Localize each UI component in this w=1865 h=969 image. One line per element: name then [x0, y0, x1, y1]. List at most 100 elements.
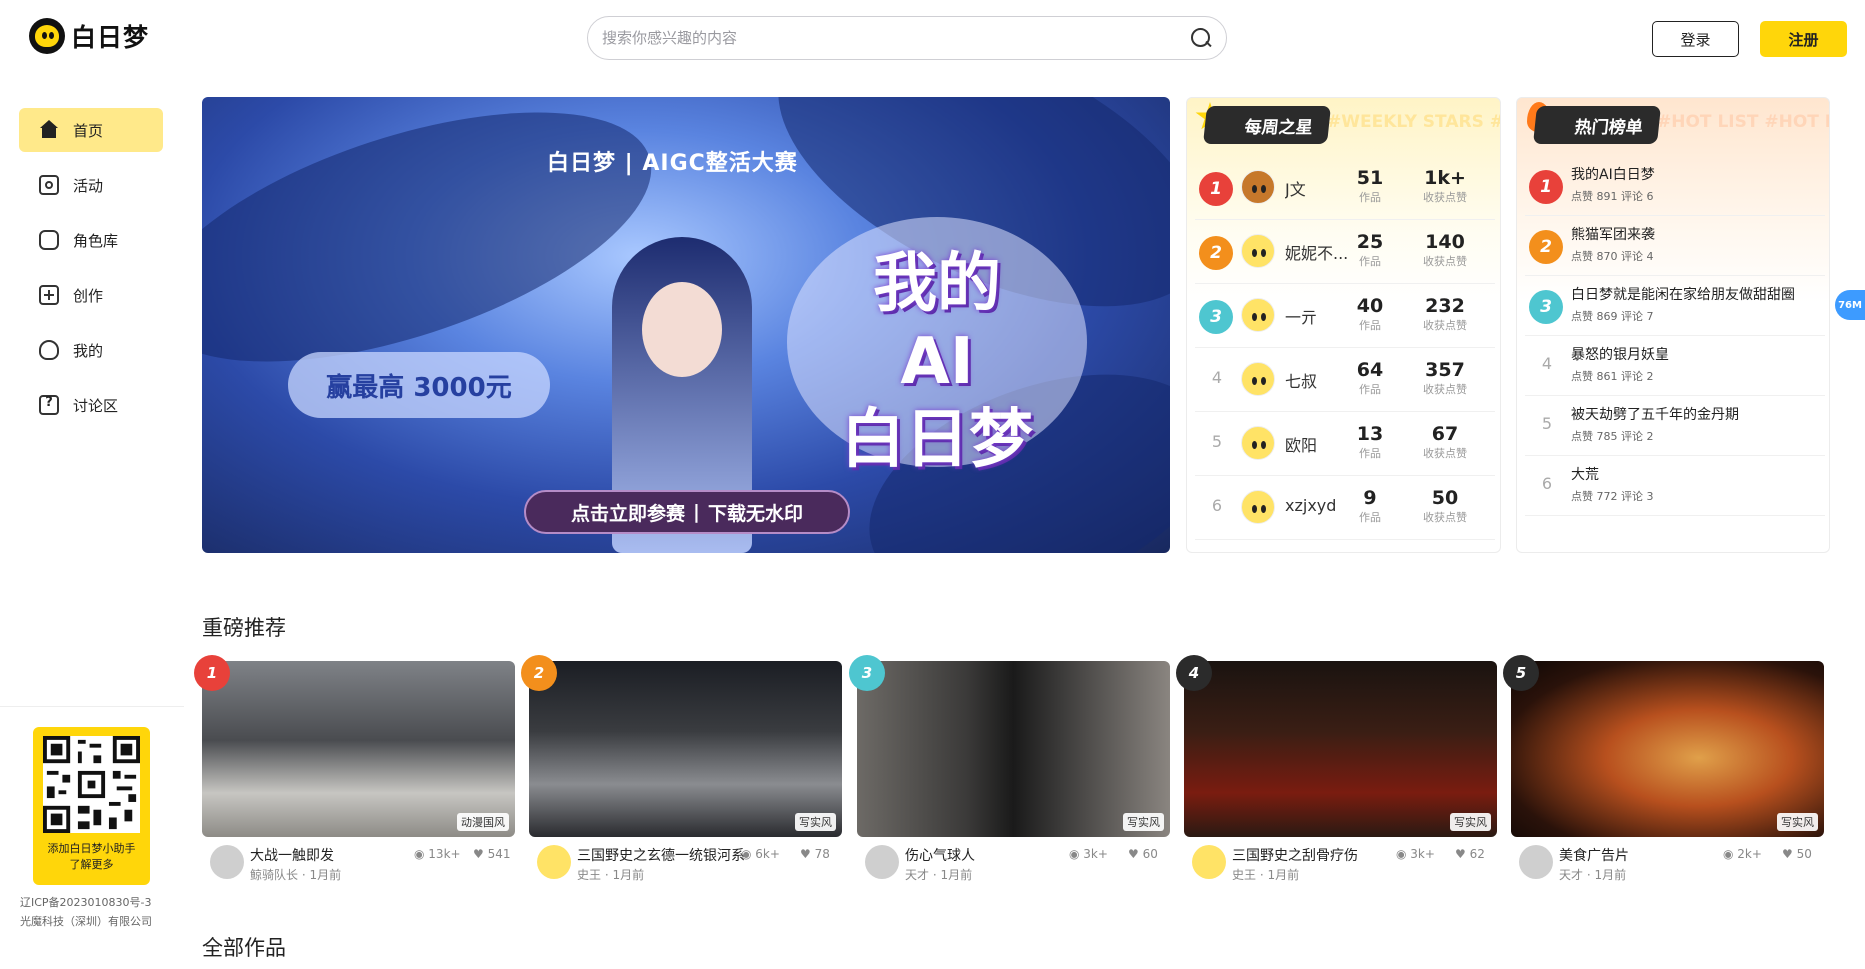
sidebar-item-characters[interactable]: 角色库: [19, 218, 163, 262]
hot-list-item[interactable]: 5 被天劫劈了五千年的金丹期 点赞 785 评论 2: [1525, 396, 1825, 456]
cta-join-label: 点击立即参赛: [571, 502, 686, 525]
top-rank-badge: 3: [849, 655, 885, 691]
hot-list-item[interactable]: 1 我的AI白日梦 点赞 891 评论 6: [1525, 156, 1825, 216]
likes-stat: 67 收获点赞: [1423, 423, 1467, 460]
hot-item-title[interactable]: 大荒: [1571, 464, 1821, 484]
artwork-thumbnail[interactable]: 写实风: [1511, 661, 1824, 837]
question-icon: ?: [39, 395, 59, 415]
user-avatar[interactable]: [1241, 234, 1275, 268]
banner-title-line1: 我的: [873, 247, 1001, 321]
hot-list-item[interactable]: 3 白日梦就是能闲在家给朋友做甜甜圈 点赞 869 评论 7: [1525, 276, 1825, 336]
view-count: ◉ 13k+: [414, 847, 461, 861]
author-avatar[interactable]: [1192, 845, 1226, 879]
sidebar-item-label: 首页: [73, 121, 104, 140]
hot-item-title[interactable]: 暴怒的银月妖皇: [1571, 344, 1821, 364]
character-icon: [39, 230, 59, 250]
weekly-star-row[interactable]: 6 xzjxyd 9 作品 50 收获点赞: [1195, 476, 1495, 540]
recommend-card[interactable]: 动漫国风 1 大战一触即发 鲸骑队长 · 1月前 ◉ 13k+ ♥ 541: [194, 655, 515, 882]
sidebar-divider: [0, 706, 184, 707]
hot-list-item[interactable]: 2 熊猫军团来袭 点赞 870 评论 4: [1525, 216, 1825, 276]
likes-stat: 357 收获点赞: [1423, 359, 1467, 396]
user-avatar[interactable]: [1241, 362, 1275, 396]
hot-item-meta: 点赞 870 评论 4: [1571, 250, 1654, 263]
hot-item-title[interactable]: 白日梦就是能闲在家给朋友做甜甜圈: [1571, 284, 1821, 304]
top-rank-badge: 1: [194, 655, 230, 691]
rank-badge: 2: [1529, 230, 1563, 264]
hero-banner[interactable]: 白日梦 | AIGC整活大赛 赢最高 3000元 我的 AI 白日梦 点击立即参…: [202, 97, 1170, 553]
user-avatar[interactable]: [1241, 170, 1275, 204]
weekly-star-row[interactable]: 1 J文 51 作品 1k+ 收获点赞: [1195, 156, 1495, 220]
artwork-title[interactable]: 大战一触即发: [250, 845, 430, 865]
user-avatar[interactable]: [1241, 490, 1275, 524]
banner-prize: 赢最高 3000元: [288, 352, 550, 418]
sidebar-item-label: 角色库: [73, 231, 119, 250]
artwork-thumbnail[interactable]: 写实风: [529, 661, 842, 837]
rank-number: 5: [1541, 414, 1553, 433]
login-button[interactable]: 登录: [1652, 21, 1739, 57]
user-avatar[interactable]: [1241, 426, 1275, 460]
banner-title: 我的 AI 白日梦: [787, 217, 1087, 477]
girl-face-illustration: [642, 282, 722, 377]
sidebar-item-discussion[interactable]: ? 讨论区: [19, 383, 163, 427]
artwork-title[interactable]: 三国野史之刮骨疗伤: [1232, 845, 1412, 865]
assistant-qr-card[interactable]: 添加白日梦小助手 了解更多: [33, 727, 150, 885]
app-logo[interactable]: 白日梦: [29, 18, 149, 54]
hot-list-item[interactable]: 4 暴怒的银月妖皇 点赞 861 评论 2: [1525, 336, 1825, 396]
artwork-thumbnail[interactable]: 动漫国风: [202, 661, 515, 837]
author-avatar[interactable]: [1519, 845, 1553, 879]
sidebar-item-mine[interactable]: 我的: [19, 328, 163, 372]
user-avatar[interactable]: [1241, 298, 1275, 332]
sidebar-item-create[interactable]: 创作: [19, 273, 163, 317]
like-count: ♥ 60: [1128, 847, 1158, 861]
artwork-title[interactable]: 伤心气球人: [905, 845, 1085, 865]
hot-list-panel: #HOT LIST #HOT LIST #HOT LIST 热门榜单 1 我的A…: [1516, 97, 1830, 553]
view-count: ◉ 3k+: [1396, 847, 1435, 861]
artwork-thumbnail[interactable]: 写实风: [857, 661, 1170, 837]
sidebar-item-events[interactable]: 活动: [19, 163, 163, 207]
likes-stat: 50 收获点赞: [1423, 487, 1467, 524]
rank-badge: 2: [1199, 236, 1233, 270]
hot-item-title[interactable]: 被天劫劈了五千年的金丹期: [1571, 404, 1821, 424]
bulb-icon: [39, 340, 59, 360]
top-header: 白日梦 登录 注册: [0, 0, 1865, 74]
recommend-card[interactable]: 写实风 5 美食广告片 天才 · 1月前 ◉ 2k+ ♥ 50: [1503, 655, 1824, 882]
style-tag: 动漫国风: [457, 813, 509, 831]
like-count: ♥ 541: [473, 847, 511, 861]
recommend-card[interactable]: 写实风 4 三国野史之刮骨疗伤 史王 · 1月前 ◉ 3k+ ♥ 62: [1176, 655, 1497, 882]
sidebar-item-home[interactable]: 首页: [19, 108, 163, 152]
home-icon: [39, 120, 59, 140]
search-bar[interactable]: [587, 16, 1227, 60]
panel-watermark: #WEEKLY STARS #WEEKLY STARS #WEEK: [1327, 112, 1500, 132]
icp-number[interactable]: 辽ICP备2023010830号-3: [20, 893, 170, 912]
hot-list-item[interactable]: 6 大荒 点赞 772 评论 3: [1525, 456, 1825, 516]
weekly-star-row[interactable]: 2 妮妮不... 25 作品 140 收获点赞: [1195, 220, 1495, 284]
search-input[interactable]: [602, 29, 1190, 47]
artwork-title[interactable]: 美食广告片: [1559, 845, 1739, 865]
join-contest-button[interactable]: 点击立即参赛 | 下载无水印: [524, 490, 850, 534]
register-button[interactable]: 注册: [1760, 21, 1847, 57]
footer-info: 辽ICP备2023010830号-3 光魔科技（深圳）有限公司: [20, 893, 170, 931]
weekly-star-row[interactable]: 3 一亓 40 作品 232 收获点赞: [1195, 284, 1495, 348]
author-avatar[interactable]: [210, 845, 244, 879]
recommend-card[interactable]: 写实风 2 三国野史之玄德一统银河系 史王 · 1月前 ◉ 6k+ ♥ 78: [521, 655, 842, 882]
rank-number: 6: [1211, 496, 1223, 515]
search-icon[interactable]: [1190, 27, 1212, 49]
weekly-star-row[interactable]: 5 欧阳 13 作品 67 收获点赞: [1195, 412, 1495, 476]
recommend-section-title: 重磅推荐: [202, 616, 286, 640]
sidebar-item-label: 讨论区: [73, 396, 119, 415]
weekly-star-row[interactable]: 4 七叔 64 作品 357 收获点赞: [1195, 348, 1495, 412]
cta-separator: |: [693, 501, 700, 523]
recommend-card[interactable]: 写实风 3 伤心气球人 天才 · 1月前 ◉ 3k+ ♥ 60: [849, 655, 1170, 882]
hot-item-meta: 点赞 891 评论 6: [1571, 190, 1654, 203]
author-avatar[interactable]: [865, 845, 899, 879]
like-count: ♥ 78: [800, 847, 830, 861]
rank-number: 4: [1541, 354, 1553, 373]
hot-item-title[interactable]: 我的AI白日梦: [1571, 164, 1821, 184]
author-avatar[interactable]: [537, 845, 571, 879]
floating-widget[interactable]: 76M: [1835, 290, 1865, 320]
artwork-thumbnail[interactable]: 写实风: [1184, 661, 1497, 837]
likes-stat: 232 收获点赞: [1423, 295, 1467, 332]
weekly-stars-panel: #WEEKLY STARS #WEEKLY STARS #WEEK 每周之星 1…: [1186, 97, 1501, 553]
hot-item-title[interactable]: 熊猫军团来袭: [1571, 224, 1821, 244]
artwork-title[interactable]: 三国野史之玄德一统银河系: [577, 845, 757, 865]
